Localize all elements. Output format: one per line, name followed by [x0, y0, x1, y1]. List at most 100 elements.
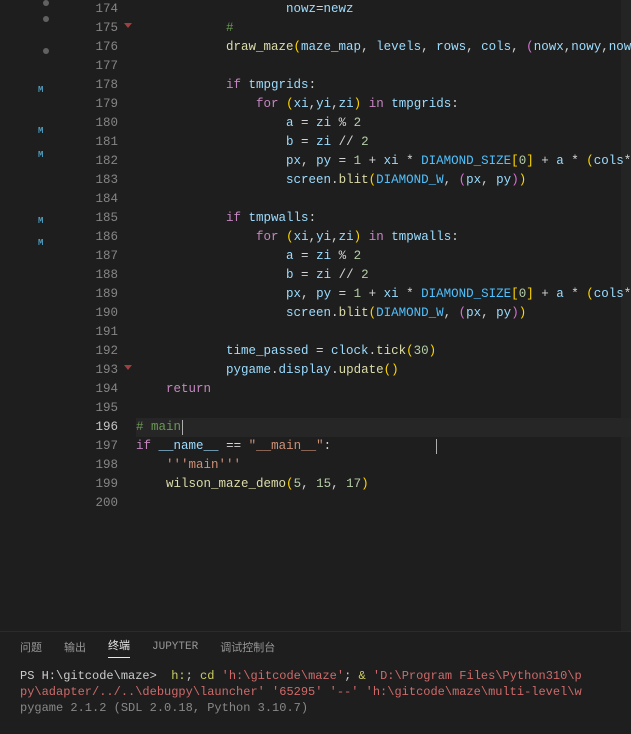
panel-tab-jupyter[interactable]: JUPYTER — [152, 641, 198, 653]
line-number[interactable]: 187 — [60, 247, 118, 266]
code-line[interactable] — [136, 57, 631, 76]
code-line[interactable]: # main — [136, 418, 631, 437]
line-number[interactable]: 174 — [60, 0, 118, 19]
token: ) — [361, 477, 369, 491]
line-number[interactable]: 198 — [60, 456, 118, 475]
code-line[interactable] — [136, 399, 631, 418]
token: if — [136, 439, 151, 453]
code-line[interactable]: screen.blit(DIAMOND_W, (px, py)) — [136, 171, 631, 190]
code-line[interactable]: nowz=newz — [136, 0, 631, 19]
line-number[interactable]: 197 — [60, 437, 118, 456]
token: draw_maze — [226, 40, 294, 54]
token — [136, 477, 166, 491]
code-line[interactable] — [136, 190, 631, 209]
panel-tab-problems[interactable]: 问题 — [20, 639, 42, 655]
token — [241, 78, 249, 92]
line-number[interactable]: 193 — [60, 361, 118, 380]
panel-tab-debug[interactable]: 调试控制台 — [220, 639, 275, 655]
token: for — [256, 97, 279, 111]
code-line[interactable]: a = zi % 2 — [136, 114, 631, 133]
line-number[interactable]: 190 — [60, 304, 118, 323]
code-line[interactable]: '''main''' — [136, 456, 631, 475]
token: # — [136, 21, 234, 35]
code-line[interactable]: draw_maze(maze_map, levels, rows, cols, … — [136, 38, 631, 57]
token: , — [421, 40, 436, 54]
token: , — [444, 306, 459, 320]
line-number[interactable]: 188 — [60, 266, 118, 285]
token: a — [286, 249, 294, 263]
code-line[interactable]: for (xi,yi,zi) in tmpwalls: — [136, 228, 631, 247]
panel-tab-output[interactable]: 输出 — [64, 639, 86, 655]
token: DIAMOND_SIZE — [421, 154, 511, 168]
token — [136, 211, 226, 225]
line-number[interactable]: 175 — [60, 19, 118, 38]
token: = — [331, 287, 354, 301]
line-number[interactable]: 200 — [60, 494, 118, 513]
code-line[interactable]: screen.blit(DIAMOND_W, (px, py)) — [136, 304, 631, 323]
token: * — [564, 154, 587, 168]
token: px — [466, 306, 481, 320]
minimap[interactable]: MMMMM — [0, 0, 60, 631]
line-number[interactable]: 183 — [60, 171, 118, 190]
panel-tabs: 问题 输出 终端 JUPYTER 调试控制台 — [0, 632, 631, 662]
token: [ — [511, 154, 519, 168]
terminal-content[interactable]: PS H:\gitcode\maze> h:; cd 'h:\gitcode\m… — [0, 662, 631, 734]
code-line[interactable]: return — [136, 380, 631, 399]
token: ( — [459, 306, 467, 320]
token: % — [331, 249, 354, 263]
line-number[interactable]: 184 — [60, 190, 118, 209]
code-line[interactable]: if __name__ == "__main__": — [136, 437, 631, 456]
minimap-marker-modified: M — [38, 216, 43, 226]
line-number[interactable]: 185 — [60, 209, 118, 228]
line-number[interactable]: 189 — [60, 285, 118, 304]
code-line[interactable]: for (xi,yi,zi) in tmpgrids: — [136, 95, 631, 114]
line-number[interactable]: 177 — [60, 57, 118, 76]
token: DIAMOND_W — [376, 306, 444, 320]
mouse-ibeam-cursor — [436, 439, 437, 454]
line-number[interactable]: 176 — [60, 38, 118, 57]
line-number[interactable]: 196 — [60, 418, 118, 437]
code-editor[interactable]: nowz=newz # draw_maze(maze_map, levels, … — [136, 0, 631, 631]
token: in — [369, 230, 384, 244]
line-number[interactable]: 192 — [60, 342, 118, 361]
code-line[interactable]: time_passed = clock.tick(30) — [136, 342, 631, 361]
token: nowz — [609, 40, 631, 54]
token: # main — [136, 420, 181, 434]
line-number[interactable]: 194 — [60, 380, 118, 399]
code-line[interactable] — [136, 494, 631, 513]
code-line[interactable]: if tmpwalls: — [136, 209, 631, 228]
code-line[interactable]: px, py = 1 + xi * DIAMOND_SIZE[0] + a * … — [136, 285, 631, 304]
code-line[interactable]: a = zi % 2 — [136, 247, 631, 266]
token: levels — [376, 40, 421, 54]
token: tmpgrids — [249, 78, 309, 92]
line-number[interactable]: 199 — [60, 475, 118, 494]
line-number[interactable]: 180 — [60, 114, 118, 133]
panel-tab-terminal[interactable]: 终端 — [108, 637, 130, 658]
code-line[interactable]: pygame.display.update() — [136, 361, 631, 380]
fold-indicator-icon[interactable] — [124, 23, 132, 28]
code-line[interactable]: px, py = 1 + xi * DIAMOND_SIZE[0] + a * … — [136, 152, 631, 171]
line-number[interactable]: 191 — [60, 323, 118, 342]
token: ( — [526, 40, 534, 54]
token: : — [309, 78, 317, 92]
code-line[interactable]: if tmpgrids: — [136, 76, 631, 95]
code-line[interactable]: wilson_maze_demo(5, 15, 17) — [136, 475, 631, 494]
token: ( — [369, 306, 377, 320]
token: % — [339, 116, 347, 130]
token: : — [324, 439, 332, 453]
code-line[interactable]: # — [136, 19, 631, 38]
token: == — [226, 439, 241, 453]
line-number[interactable]: 182 — [60, 152, 118, 171]
line-number[interactable]: 178 — [60, 76, 118, 95]
token: = — [316, 2, 324, 16]
token: pygame — [226, 363, 271, 377]
code-line[interactable]: b = zi // 2 — [136, 133, 631, 152]
line-number[interactable]: 181 — [60, 133, 118, 152]
code-line[interactable]: b = zi // 2 — [136, 266, 631, 285]
line-number[interactable]: 195 — [60, 399, 118, 418]
fold-indicator-icon[interactable] — [124, 365, 132, 370]
code-line[interactable] — [136, 323, 631, 342]
line-number-gutter[interactable]: 1741751761771781791801811821831841851861… — [60, 0, 136, 631]
line-number[interactable]: 179 — [60, 95, 118, 114]
line-number[interactable]: 186 — [60, 228, 118, 247]
